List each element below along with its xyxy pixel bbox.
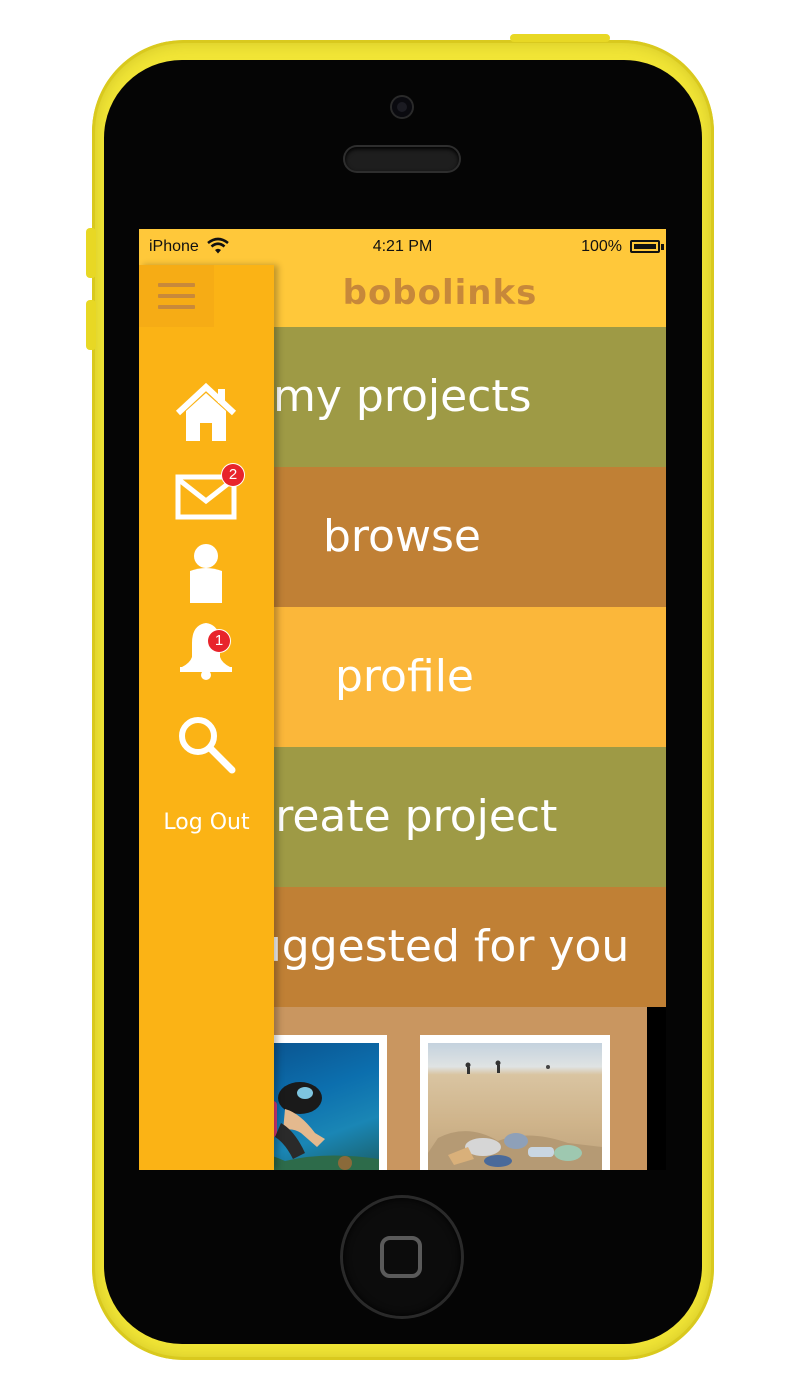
search-icon[interactable] (174, 712, 238, 776)
mail-badge: 2 (222, 464, 244, 486)
beach-litter-photo (428, 1043, 602, 1170)
home-button-square-icon (380, 1236, 422, 1278)
status-bar: iPhone 4:21 PM 100% (139, 229, 666, 265)
notification-badge: 1 (208, 630, 230, 652)
battery-icon (630, 240, 660, 253)
home-icon[interactable] (174, 381, 238, 445)
volume-up-button (86, 228, 96, 278)
bell-icon[interactable] (174, 617, 238, 681)
battery-nub (661, 244, 664, 250)
battery-percent: 100% (581, 238, 622, 255)
menu-toggle[interactable] (139, 265, 214, 327)
profile-icon[interactable] (174, 541, 238, 605)
volume-down-button (86, 300, 96, 350)
suggested-thumbnail-beach[interactable] (420, 1035, 610, 1170)
earpiece-speaker (345, 147, 459, 171)
front-camera (392, 97, 412, 117)
hamburger-icon (158, 283, 195, 310)
power-button (510, 34, 610, 42)
sidebar-drawer: 2 1 Log Out (139, 265, 274, 1170)
screen: iPhone 4:21 PM 100% bobolinks my project… (139, 229, 666, 1170)
logout-button[interactable]: Log Out (139, 810, 274, 835)
app-title: bobolinks (342, 273, 538, 313)
